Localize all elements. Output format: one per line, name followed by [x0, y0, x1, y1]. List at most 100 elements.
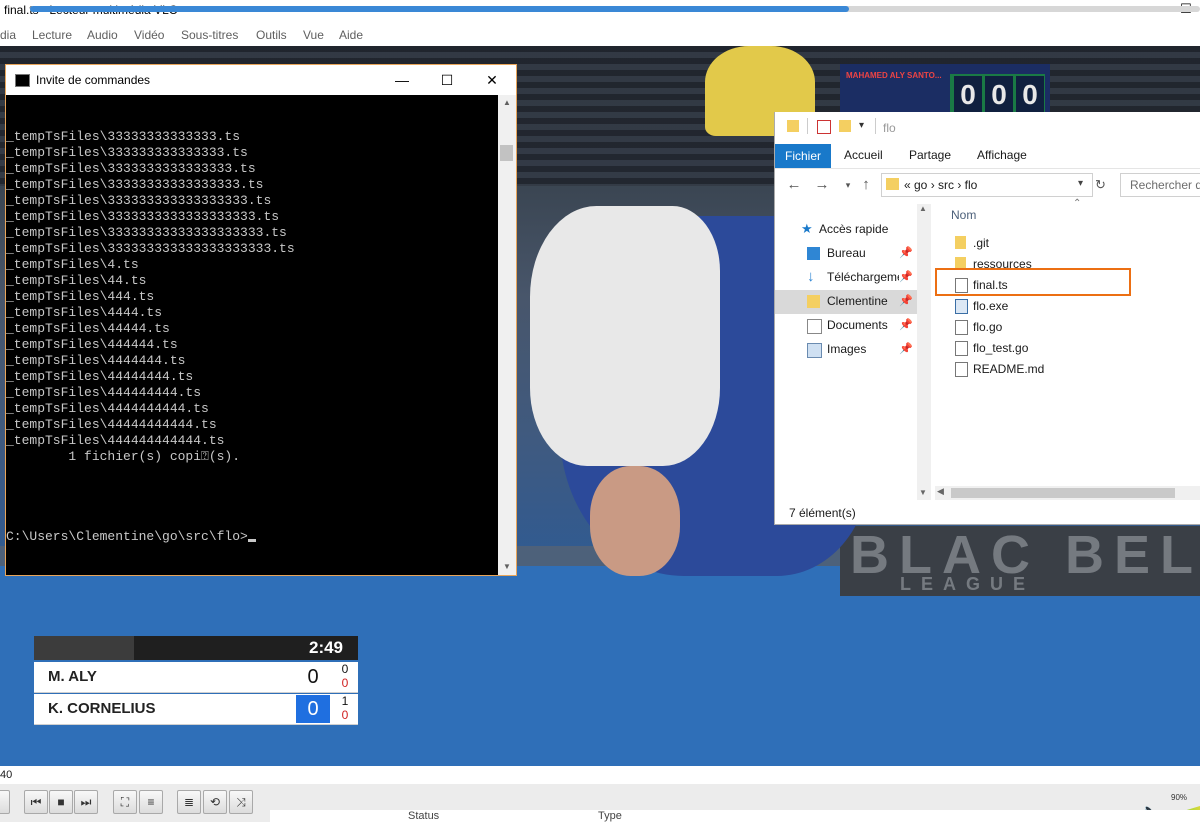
scroll-down-icon[interactable]: ▼: [919, 488, 927, 497]
desktop-icon: [807, 247, 820, 260]
properties-icon[interactable]: [817, 120, 831, 134]
file-name: README.md: [973, 362, 1045, 376]
video-fighter-head: [590, 466, 680, 576]
explorer-titlebar[interactable]: ▾ flo: [775, 112, 1200, 142]
menu-audio[interactable]: Audio: [87, 28, 118, 42]
address-path[interactable]: « go › src › flo: [904, 178, 977, 192]
cmd-output-line: _tempTsFiles\44444444444.ts: [6, 417, 217, 432]
pin-icon[interactable]: 📌: [899, 294, 913, 307]
tab-fichier[interactable]: Fichier: [775, 144, 831, 168]
nav-item-bureau[interactable]: Bureau 📌: [775, 242, 917, 266]
scroll-left-icon[interactable]: ◀: [937, 486, 944, 497]
explorer-window-title: flo: [883, 121, 896, 135]
scroll-up-icon[interactable]: ▲: [919, 204, 927, 213]
play-pause-button[interactable]: [0, 790, 10, 814]
pin-icon[interactable]: 📌: [899, 246, 913, 259]
stop-button[interactable]: ■: [49, 790, 73, 814]
background-label: Status: [408, 810, 440, 822]
seek-slider-fill[interactable]: [30, 6, 849, 12]
column-header-name[interactable]: Nom: [951, 208, 976, 222]
navigation-scrollbar[interactable]: ▲ ▼: [917, 204, 931, 500]
file-list: Nom ⌃ .git ressources final.ts flo.exe f…: [935, 198, 1200, 488]
cmd-close-button[interactable]: ✕: [477, 69, 507, 91]
chevron-down-icon[interactable]: ▾: [859, 120, 864, 131]
tab-accueil[interactable]: Accueil: [844, 148, 883, 162]
menu-lecture[interactable]: Lecture: [32, 28, 72, 42]
recent-locations-icon[interactable]: ▾: [839, 176, 857, 194]
tab-partage[interactable]: Partage: [909, 148, 951, 162]
extended-settings-button[interactable]: ≡: [139, 790, 163, 814]
menu-aide[interactable]: Aide: [339, 28, 363, 42]
next-button[interactable]: ⏭: [74, 790, 98, 814]
chevron-down-icon[interactable]: ▾: [1078, 178, 1083, 189]
tab-affichage[interactable]: Affichage: [977, 148, 1027, 162]
playlist-button[interactable]: ≣: [177, 790, 201, 814]
video-fighter-white: [530, 206, 720, 466]
cmd-output-line: _tempTsFiles\44444444.ts: [6, 369, 194, 384]
shuffle-button[interactable]: ⤨: [229, 790, 253, 814]
file-icon: [955, 341, 968, 356]
file-row[interactable]: README.md: [935, 358, 1200, 379]
hscroll-thumb[interactable]: [951, 488, 1175, 498]
vlc-titlebar: final.ts - Lecteur multimédia VLC — ☐: [0, 0, 1200, 24]
nav-item-acces-rapide[interactable]: ★ Accès rapide: [775, 218, 917, 242]
scoreboard-row: M. ALY 0 0 0: [34, 662, 358, 693]
cmd-output-line: _tempTsFiles\333333333333333.ts: [6, 145, 248, 160]
cmd-output-line: _tempTsFiles\4444444444.ts: [6, 401, 209, 416]
file-name: flo.exe: [973, 299, 1009, 313]
file-row[interactable]: .git: [935, 232, 1200, 253]
menu-outils[interactable]: Outils: [256, 28, 287, 42]
nav-item-telechargements[interactable]: ↓ Téléchargements 📌: [775, 266, 917, 290]
up-arrow-icon[interactable]: ↑: [857, 176, 875, 194]
forward-arrow-icon[interactable]: →: [813, 176, 831, 194]
cmd-prompt-line[interactable]: C:\Users\Clementine\go\src\flo>: [6, 529, 498, 545]
cmd-scrollbar[interactable]: ▲ ▼: [498, 95, 516, 575]
titlebar-divider: [807, 118, 808, 134]
cmd-cursor: [247, 539, 256, 542]
cmd-output-line: _tempTsFiles\444444.ts: [6, 337, 178, 352]
titlebar-divider: [875, 118, 876, 134]
cmd-output-line: _tempTsFiles\44444.ts: [6, 321, 170, 336]
menu-video[interactable]: Vidéo: [134, 28, 164, 42]
cmd-titlebar[interactable]: Invite de commandes — ☐ ✕: [6, 65, 516, 95]
cmd-output-line: _tempTsFiles\333333333333333333.ts: [6, 193, 272, 208]
cmd-output-line: _tempTsFiles\444.ts: [6, 289, 155, 304]
cmd-output-line: [6, 481, 498, 497]
sort-ascending-icon: ⌃: [1073, 198, 1082, 209]
new-folder-icon[interactable]: [839, 120, 851, 132]
pin-icon[interactable]: 📌: [899, 318, 913, 331]
cmd-output[interactable]: _tempTsFiles\33333333333333.ts _tempTsFil…: [6, 97, 498, 573]
previous-button[interactable]: ⏮: [24, 790, 48, 814]
cmd-window[interactable]: Invite de commandes — ☐ ✕ _tempTsFiles\3…: [5, 64, 517, 576]
scroll-down-icon[interactable]: ▼: [498, 559, 516, 575]
back-arrow-icon[interactable]: ←: [785, 176, 803, 194]
menu-vue[interactable]: Vue: [303, 28, 324, 42]
loop-button[interactable]: ⟲: [203, 790, 227, 814]
cmd-output-line: _tempTsFiles\3333333333333333.ts: [6, 161, 256, 176]
folder-icon: [886, 178, 899, 190]
nav-item-clementine[interactable]: Clementine 📌: [775, 290, 917, 314]
nav-item-documents[interactable]: Documents 📌: [775, 314, 917, 338]
menu-media[interactable]: dia: [0, 28, 16, 42]
folder-icon: [955, 236, 966, 249]
file-row[interactable]: flo.exe: [935, 295, 1200, 316]
cmd-output-line: _tempTsFiles\33333333333333333333.ts: [6, 225, 287, 240]
explorer-addressbar: ← → ▾ ↑ « go › src › flo ▾ ↻ Rechercher …: [775, 170, 1200, 200]
pin-icon[interactable]: 📌: [899, 270, 913, 283]
scroll-up-icon[interactable]: ▲: [498, 95, 516, 111]
search-field[interactable]: Rechercher da: [1120, 173, 1200, 197]
cmd-scroll-thumb[interactable]: [500, 145, 513, 161]
nav-item-images[interactable]: Images 📌: [775, 338, 917, 362]
refresh-icon[interactable]: ↻: [1095, 177, 1106, 193]
explorer-window[interactable]: ▾ flo Fichier Accueil Partage Affichage …: [774, 112, 1200, 525]
pin-icon[interactable]: 📌: [899, 342, 913, 355]
menu-sous-titres[interactable]: Sous-titres: [181, 28, 238, 42]
cmd-maximize-button[interactable]: ☐: [432, 69, 462, 91]
cmd-output-line: [6, 465, 498, 481]
cmd-minimize-button[interactable]: —: [387, 69, 417, 91]
file-row[interactable]: flo_test.go: [935, 337, 1200, 358]
file-list-hscrollbar[interactable]: ◀: [935, 486, 1200, 500]
address-field[interactable]: « go › src › flo ▾: [881, 173, 1093, 197]
file-row[interactable]: flo.go: [935, 316, 1200, 337]
fullscreen-button[interactable]: ⛶: [113, 790, 137, 814]
